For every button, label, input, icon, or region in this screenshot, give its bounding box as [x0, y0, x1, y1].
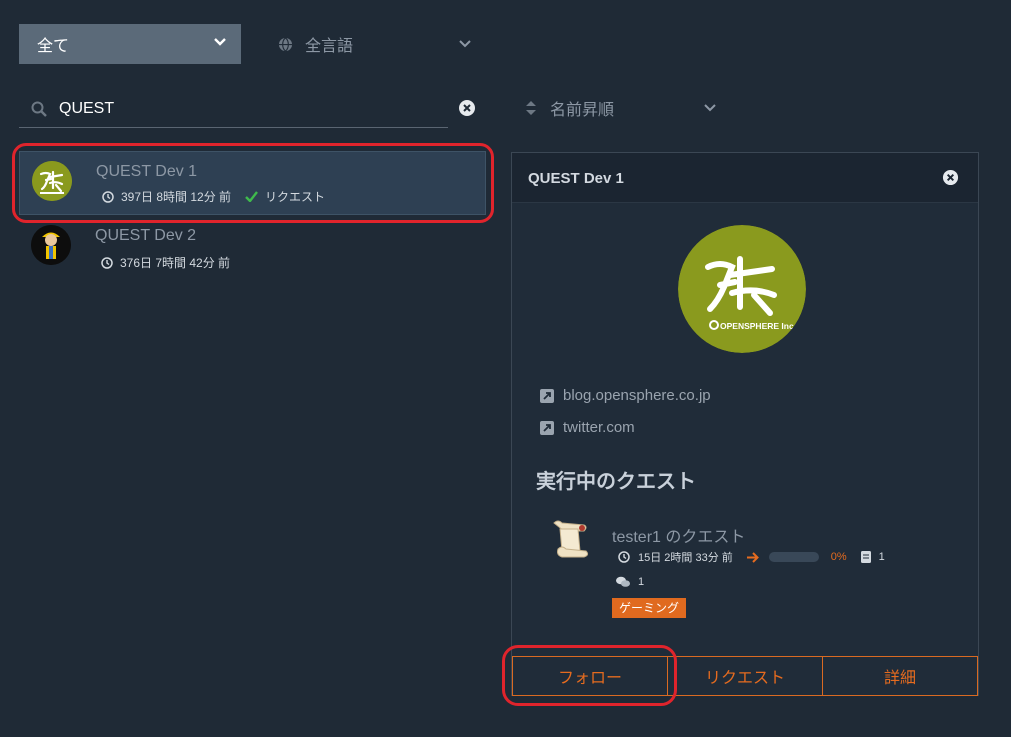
list-item-time: 397日 8時間 12分 前	[121, 190, 232, 204]
chevron-down-icon	[704, 104, 716, 112]
section-title: 実行中のクエスト	[536, 471, 696, 493]
quest-comments-count: 1	[638, 576, 645, 588]
list-item-name: QUEST Dev 1	[96, 163, 198, 180]
category-select[interactable]: 全て	[19, 24, 241, 64]
quest-time: 15日 2時間 33分 前	[638, 552, 733, 564]
search-icon	[31, 101, 47, 117]
external-link-icon	[540, 420, 554, 435]
opensphere-logo-icon	[32, 161, 72, 201]
scroll-icon[interactable]	[548, 517, 590, 561]
check-icon	[245, 191, 258, 202]
close-icon[interactable]	[942, 169, 959, 186]
clock-icon	[101, 256, 113, 269]
list-item-time: 376日 7時間 42分 前	[120, 256, 231, 270]
globe-icon	[278, 36, 293, 52]
panel-actions: フォロー リクエスト 詳細	[512, 656, 978, 696]
list-item[interactable]: QUEST Dev 2 376日 7時間 42分 前	[19, 216, 486, 280]
sort-select-value: 名前昇順	[550, 102, 615, 119]
link-blog[interactable]: blog.opensphere.co.jp	[540, 387, 711, 404]
chevron-down-icon	[459, 40, 471, 48]
link-twitter[interactable]: twitter.com	[540, 419, 635, 436]
details-button[interactable]: 詳細	[823, 656, 978, 696]
search-input[interactable]	[59, 97, 419, 121]
link-text: blog.opensphere.co.jp	[563, 387, 711, 404]
opensphere-logo: OPENSPHERE Inc.	[678, 225, 806, 353]
document-icon	[860, 551, 871, 563]
avatar	[31, 225, 71, 265]
arrow-right-icon	[746, 551, 759, 563]
chevron-down-icon	[214, 38, 226, 46]
panel-title: QUEST Dev 1	[528, 170, 624, 187]
sort-select[interactable]: 名前昇順	[526, 94, 721, 122]
quest-progress-bar	[768, 552, 819, 562]
clock-icon	[618, 551, 630, 563]
logo-text: OPENSPHERE Inc.	[720, 321, 796, 331]
request-button[interactable]: リクエスト	[668, 656, 823, 696]
follow-button[interactable]: フォロー	[512, 656, 668, 696]
link-text: twitter.com	[563, 419, 635, 436]
avatar	[32, 161, 72, 201]
clock-icon	[102, 190, 114, 203]
quest-progress-label: 0%	[830, 551, 847, 563]
category-select-value: 全て	[37, 38, 70, 55]
language-select-value: 全言語	[305, 38, 354, 55]
clear-search-icon[interactable]	[458, 99, 476, 117]
search-bar	[19, 92, 448, 128]
language-select[interactable]: 全言語	[278, 30, 474, 58]
quest-name[interactable]: tester1 のクエスト	[612, 523, 745, 547]
list-item-name: QUEST Dev 2	[95, 227, 197, 244]
sort-icon	[526, 101, 536, 115]
detail-panel: QUEST Dev 1 OPENSPHERE Inc. blog.opensph…	[511, 152, 979, 696]
external-link-icon	[540, 388, 554, 403]
quest-docs-count: 1	[878, 551, 885, 563]
comments-icon	[616, 576, 630, 587]
quest-category-tag[interactable]: ゲーミング	[612, 598, 687, 618]
list-item-request-status: リクエスト	[265, 190, 326, 204]
list-item[interactable]: QUEST Dev 1 397日 8時間 12分 前 リクエスト	[19, 151, 486, 215]
panel-header: QUEST Dev 1	[512, 153, 978, 203]
character-avatar-icon	[31, 225, 71, 265]
